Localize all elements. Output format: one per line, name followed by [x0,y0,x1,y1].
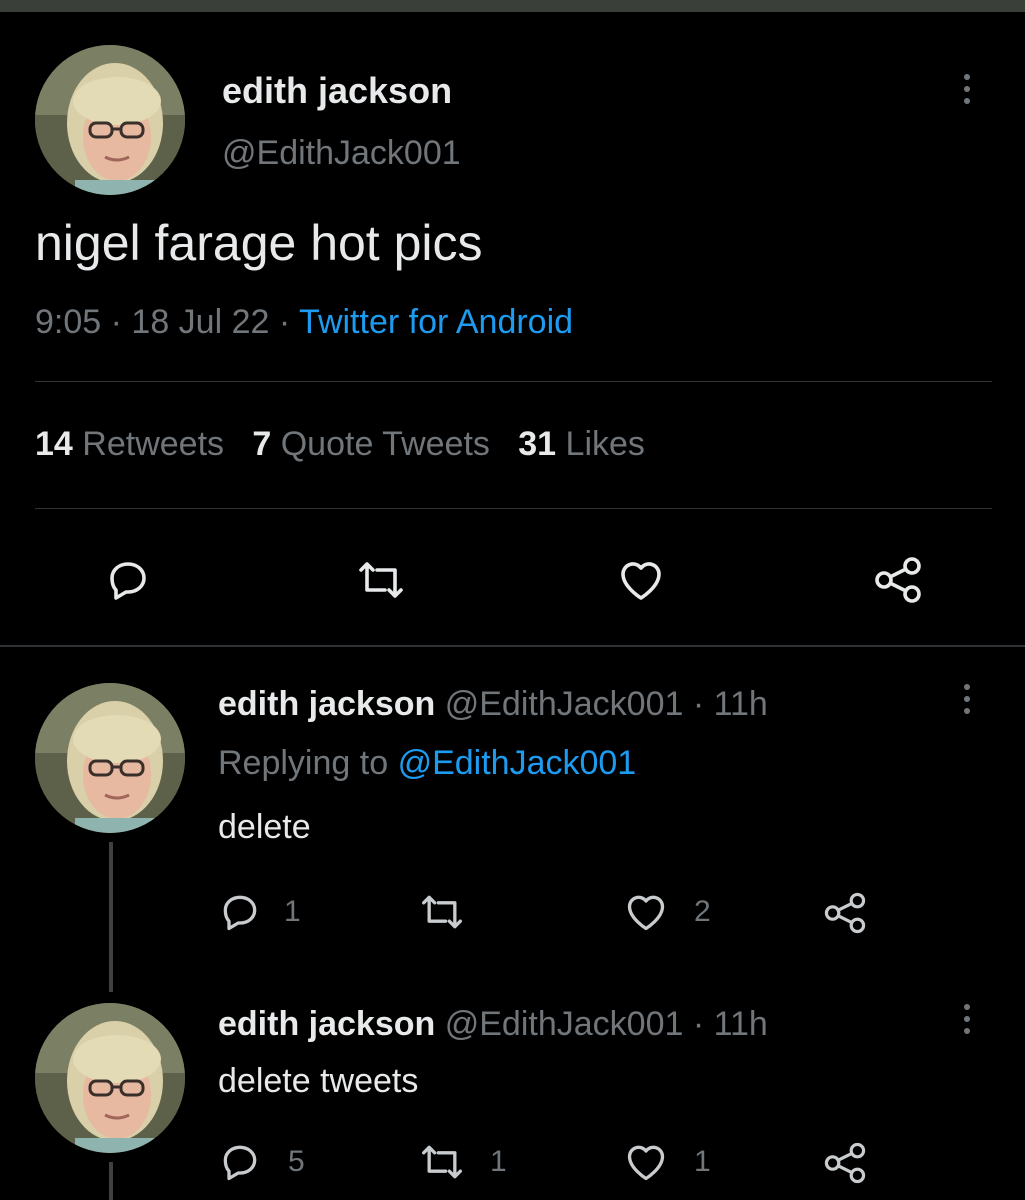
like-icon[interactable] [615,556,667,604]
likes-count: 31 [518,425,557,463]
reply-header: edith jackson @EdithJack001 · 11h [218,685,768,724]
author-handle[interactable]: @EdithJack001 [222,134,461,173]
meta-separator: · [692,685,705,723]
retweets-count: 14 [35,425,73,463]
tweet-meta: 9:05 · 18 Jul 22 · Twitter for Android [35,303,573,342]
tweet-date: 18 Jul 22 [131,303,270,341]
author-name[interactable]: edith jackson [218,1005,435,1043]
tweet-time: 9:05 [35,303,102,341]
like-icon[interactable] [622,1140,670,1184]
retweets-label: Retweets [82,425,225,463]
author-handle[interactable]: @EdithJack001 [445,1005,684,1043]
avatar[interactable] [35,683,185,833]
reply-header: edith jackson @EdithJack001 · 11h [218,1005,768,1044]
avatar[interactable] [35,45,185,195]
share-icon[interactable] [872,554,924,606]
quotes-count: 7 [252,425,272,463]
reply-time[interactable]: 11h [714,685,768,723]
divider [35,381,992,382]
reply-text: delete [218,808,311,846]
retweet-icon[interactable] [418,890,466,934]
replying-to-label: Replying to [218,744,389,782]
divider [35,508,992,509]
likes-stat[interactable]: 31 Likes [518,425,645,463]
reply-icon[interactable] [218,1140,262,1184]
author-name[interactable]: edith jackson [218,685,435,723]
tweet-text: nigel farage hot pics [35,215,483,271]
reply-count: 1 [284,895,301,928]
like-count: 1 [694,1145,711,1178]
author-handle[interactable]: @EdithJack001 [445,685,684,723]
reply-icon[interactable] [218,890,262,934]
avatar-photo [35,45,185,195]
replying-to: Replying to @EdithJack001 [218,744,636,783]
quote-tweets-stat[interactable]: 7 Quote Tweets [252,425,490,463]
avatar-photo [35,1003,185,1153]
meta-separator: · [110,303,122,341]
retweet-icon[interactable] [355,556,407,604]
quotes-label: Quote Tweets [280,425,490,463]
like-icon[interactable] [622,890,670,934]
share-icon[interactable] [822,890,868,936]
reply-icon[interactable] [104,556,152,604]
divider [0,645,1025,647]
author-name[interactable]: edith jackson [222,70,452,112]
replying-to-handle[interactable]: @EdithJack001 [398,744,637,782]
reply-count: 5 [288,1145,305,1178]
thread-line [109,1162,113,1200]
top-edge-bar [0,0,1025,12]
retweet-count: 1 [490,1145,507,1178]
more-options-icon[interactable] [962,1004,972,1044]
retweet-icon[interactable] [418,1140,466,1184]
reply-text: delete tweets [218,1062,419,1100]
like-count: 2 [694,895,711,928]
meta-separator: · [692,1005,705,1043]
tweet-stats: 14 Retweets 7 Quote Tweets 31 Likes [35,425,645,464]
more-options-icon[interactable] [962,74,972,114]
more-options-icon[interactable] [962,684,972,724]
avatar[interactable] [35,1003,185,1153]
meta-separator: · [278,303,291,341]
share-icon[interactable] [822,1140,868,1186]
avatar-photo [35,683,185,833]
likes-label: Likes [565,425,645,463]
tweet-source-link[interactable]: Twitter for Android [299,303,573,341]
retweets-stat[interactable]: 14 Retweets [35,425,224,463]
thread-line [109,842,113,992]
reply-time[interactable]: 11h [714,1005,768,1043]
